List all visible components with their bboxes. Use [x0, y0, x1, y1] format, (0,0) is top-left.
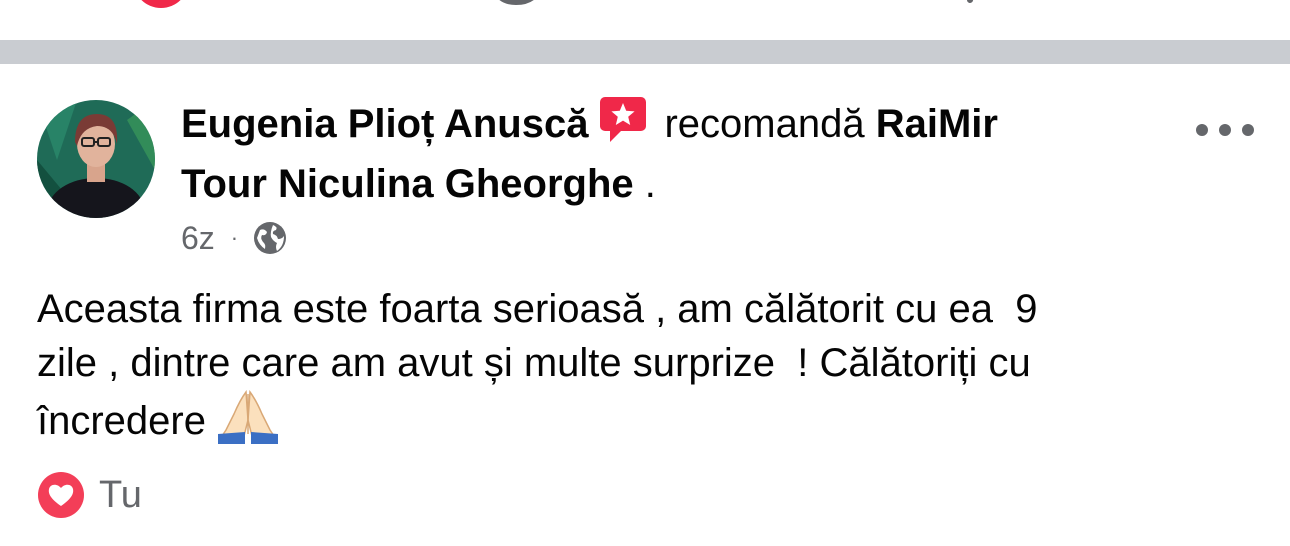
post-header: Eugenia Plioț Anuscă recomandă RaiMir To… [181, 94, 1141, 214]
recommend-verb: recomandă [664, 102, 865, 146]
comment-icon[interactable] [488, 0, 548, 10]
reactions-row[interactable]: Tu [37, 470, 142, 520]
post-body: Aceasta firma este foarta serioasă , am … [37, 282, 1257, 448]
meta-separator: · [230, 225, 239, 250]
post-body-line: zile , dintre care am avut și multe surp… [37, 341, 1031, 385]
reaction-icon[interactable] [132, 0, 190, 10]
page-name-part2[interactable]: Tour Niculina Gheorghe [181, 162, 634, 206]
more-dot-icon [1219, 124, 1231, 136]
globe-icon [254, 222, 287, 254]
share-icon[interactable] [936, 0, 996, 10]
post-meta: 6z · [181, 216, 288, 260]
recommendation-post: Eugenia Plioț Anuscă recomandă RaiMir To… [0, 64, 1290, 546]
recommendation-badge-icon [600, 97, 647, 142]
more-dot-icon [1242, 124, 1254, 136]
heart-icon [38, 472, 84, 518]
more-dot-icon [1196, 124, 1208, 136]
page-name-part1[interactable]: RaiMir [876, 102, 998, 146]
post-action-bar-partial [0, 0, 1290, 40]
more-options-button[interactable] [1196, 120, 1254, 140]
post-body-line: Aceasta firma este foarta serioasă , am … [37, 287, 1038, 331]
post-body-line-text: încredere [37, 399, 206, 443]
post-timestamp[interactable]: 6z [181, 220, 215, 257]
reaction-label: Tu [99, 473, 142, 516]
author-avatar[interactable] [37, 100, 155, 218]
feed-divider [0, 40, 1290, 64]
folded-hands-emoji [217, 390, 278, 444]
header-period: . [644, 162, 656, 206]
post-body-line-last: încredere [37, 390, 1257, 448]
author-name[interactable]: Eugenia Plioț Anuscă [181, 102, 588, 146]
